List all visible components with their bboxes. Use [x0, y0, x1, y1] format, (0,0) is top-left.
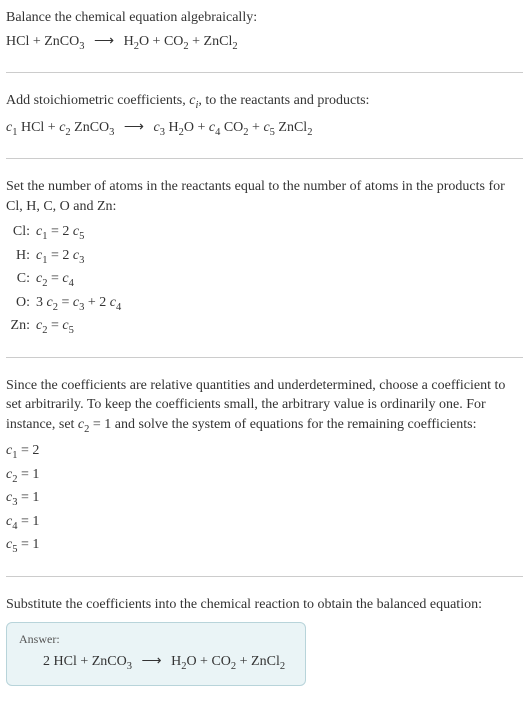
divider [6, 72, 523, 73]
atom-row: H: c1 = 2 c3 [10, 246, 523, 268]
unbalanced-equation: HCl + ZnCO3 ⟶ H2O + CO2 + ZnCl2 [6, 32, 523, 54]
element-label: H: [10, 246, 36, 266]
atom-row: Zn: c2 = c5 [10, 316, 523, 338]
coeff-row: c1 = 2 [6, 441, 523, 463]
answer-label: Answer: [19, 631, 293, 648]
coeff-row: c5 = 1 [6, 535, 523, 557]
constraint-equation: c1 = 2 c5 [36, 222, 84, 244]
constraint-equation: c2 = c4 [36, 269, 74, 291]
divider [6, 158, 523, 159]
arbitrary-choice: c2 = 1 [78, 417, 111, 432]
section-solve: Since the coefficients are relative quan… [6, 376, 523, 558]
atom-row: Cl: c1 = 2 c5 [10, 222, 523, 244]
problem-statement: Balance the chemical equation algebraica… [6, 8, 523, 28]
element-label: Cl: [10, 222, 36, 242]
instruction-text: Add stoichiometric coefficients, ci, to … [6, 91, 523, 113]
coeff-row: c2 = 1 [6, 465, 523, 487]
instruction-text: Substitute the coefficients into the che… [6, 595, 523, 615]
section-add-coefficients: Add stoichiometric coefficients, ci, to … [6, 91, 523, 140]
atom-constraints-table: Cl: c1 = 2 c5 H: c1 = 2 c3 C: c2 = c4 O:… [10, 222, 523, 338]
section-answer: Substitute the coefficients into the che… [6, 595, 523, 686]
section-problem: Balance the chemical equation algebraica… [6, 8, 523, 54]
answer-box: Answer: 2 HCl + ZnCO3 ⟶ H2O + CO2 + ZnCl… [6, 622, 306, 685]
coeff-row: c3 = 1 [6, 488, 523, 510]
atom-row: C: c2 = c4 [10, 269, 523, 291]
instruction-text: Since the coefficients are relative quan… [6, 376, 523, 438]
divider [6, 576, 523, 577]
constraint-equation: 3 c2 = c3 + 2 c4 [36, 293, 121, 315]
constraint-equation: c1 = 2 c3 [36, 246, 84, 268]
divider [6, 357, 523, 358]
atom-row: O: 3 c2 = c3 + 2 c4 [10, 293, 523, 315]
section-atom-balance: Set the number of atoms in the reactants… [6, 177, 523, 339]
element-label: C: [10, 269, 36, 289]
instruction-text: Set the number of atoms in the reactants… [6, 177, 523, 216]
element-label: Zn: [10, 316, 36, 336]
coefficient-solution-list: c1 = 2 c2 = 1 c3 = 1 c4 = 1 c5 = 1 [6, 441, 523, 557]
coeff-row: c4 = 1 [6, 512, 523, 534]
balanced-equation: 2 HCl + ZnCO3 ⟶ H2O + CO2 + ZnCl2 [19, 652, 293, 674]
coefficient-equation: c1 HCl + c2 ZnCO3 ⟶ c3 H2O + c4 CO2 + c5… [6, 118, 523, 140]
constraint-equation: c2 = c5 [36, 316, 74, 338]
element-label: O: [10, 293, 36, 313]
